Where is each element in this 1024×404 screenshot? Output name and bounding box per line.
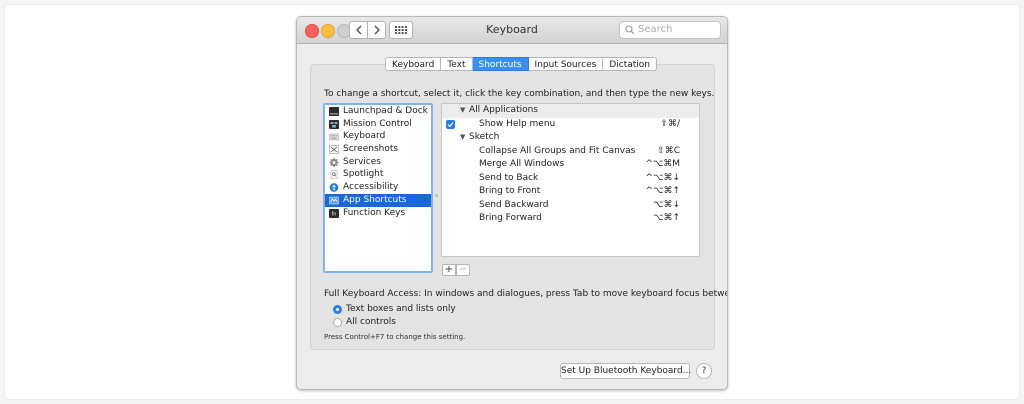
gear-icon [329,157,339,167]
category-item-services[interactable]: Services [325,156,431,169]
category-item-mission-control[interactable]: Mission Control [325,118,431,131]
launchpad-icon [329,107,339,116]
category-label: Launchpad & Dock [343,106,428,116]
category-label: Mission Control [343,118,412,129]
keyboard-preferences-window: Keyboard Search Keyboard Text Shortcuts … [296,16,728,390]
category-item-function-keys[interactable]: fn Function Keys [325,207,431,220]
instructions-text: To change a shortcut, select it, click t… [324,89,715,99]
category-label: App Shortcuts [343,194,407,205]
category-item-app-shortcuts[interactable]: App Shortcuts [325,193,431,207]
radio-button[interactable] [333,318,342,327]
screenshot-icon [329,145,339,154]
category-label: Screenshots [343,144,399,155]
mission-control-icon [329,119,339,129]
spotlight-icon [330,170,338,180]
radio-button-selected[interactable] [333,305,342,314]
shortcut-list[interactable]: ▼ All Applications Show Help menu ⇧⌘/ ▼ … [441,103,700,257]
tab-keyboard[interactable]: Keyboard [385,57,442,71]
checkmark-icon [447,121,454,127]
remove-shortcut-button[interactable]: − [456,264,470,276]
disclosure-triangle-icon[interactable]: ▼ [460,104,465,118]
title-bar: Keyboard Search [297,17,727,44]
category-list[interactable]: Launchpad & Dock Mission Control Keyboar… [323,103,433,273]
keyboard-icon [329,134,339,141]
category-label: Accessibility [343,182,399,193]
group-row-all-applications[interactable]: ▼ All Applications [442,104,699,118]
shortcut-row-show-help[interactable]: Show Help menu ⇧⌘/ [442,118,699,132]
help-button[interactable]: ? [696,363,712,379]
shortcut-row[interactable]: Send Backward ⌥⌘↓ [442,199,699,213]
category-item-screenshots[interactable]: Screenshots [325,143,431,156]
splitter-handle[interactable] [435,194,438,197]
search-placeholder: Search [638,24,673,35]
full-keyboard-access-label: Full Keyboard Access: In windows and dia… [324,289,728,299]
disclosure-triangle-icon[interactable]: ▼ [460,131,465,145]
shortcut-row[interactable]: Bring Forward ⌥⌘↑ [442,212,699,226]
fn-icon: fn [329,208,339,218]
app-shortcuts-icon [329,196,339,205]
key-combination[interactable]: ⇧⌘/ [660,118,680,132]
key-combination[interactable]: ⌥⌘↑ [653,212,680,226]
search-icon [625,25,635,35]
category-item-accessibility[interactable]: Accessibility [325,181,431,194]
key-combination[interactable]: ^⌥⌘↓ [646,172,680,186]
tab-text[interactable]: Text [441,57,473,71]
key-combination[interactable]: ⌥⌘↓ [653,199,680,213]
search-input[interactable]: Search [619,21,721,39]
shortcut-row[interactable]: Send to Back ^⌥⌘↓ [442,172,699,186]
shortcut-row[interactable]: Merge All Windows ^⌥⌘M [442,158,699,172]
enabled-checkbox[interactable] [446,119,455,129]
tab-dictation[interactable]: Dictation [603,57,657,71]
category-label: Spotlight [343,169,384,180]
key-combination[interactable]: ^⌥⌘↑ [646,185,680,199]
category-label: Keyboard [343,131,386,142]
category-label: Function Keys [343,207,406,218]
tab-input-sources[interactable]: Input Sources [528,57,604,71]
category-item-launchpad[interactable]: Launchpad & Dock [325,105,431,118]
category-label: Services [343,156,381,167]
tab-shortcuts[interactable]: Shortcuts [472,57,529,71]
shortcut-row[interactable]: Collapse All Groups and Fit Canvas ⇧⌘C [442,145,699,159]
category-item-keyboard[interactable]: Keyboard [325,130,431,143]
group-row-sketch[interactable]: ▼ Sketch [442,131,699,145]
key-combination[interactable]: ⇧⌘C [657,145,680,159]
shortcut-row[interactable]: Bring to Front ^⌥⌘↑ [442,185,699,199]
accessibility-icon [329,183,339,192]
add-shortcut-button[interactable]: + [442,264,456,276]
svg-text:fn: fn [332,211,337,217]
tab-bar: Keyboard Text Shortcuts Input Sources Di… [385,57,657,71]
key-combination[interactable]: ^⌥⌘M [645,158,680,172]
keyboard-access-hint: Press Control+F7 to change this setting. [324,333,466,341]
category-item-spotlight[interactable]: Spotlight [325,168,431,181]
setup-bluetooth-keyboard-button[interactable]: Set Up Bluetooth Keyboard... [560,363,691,379]
